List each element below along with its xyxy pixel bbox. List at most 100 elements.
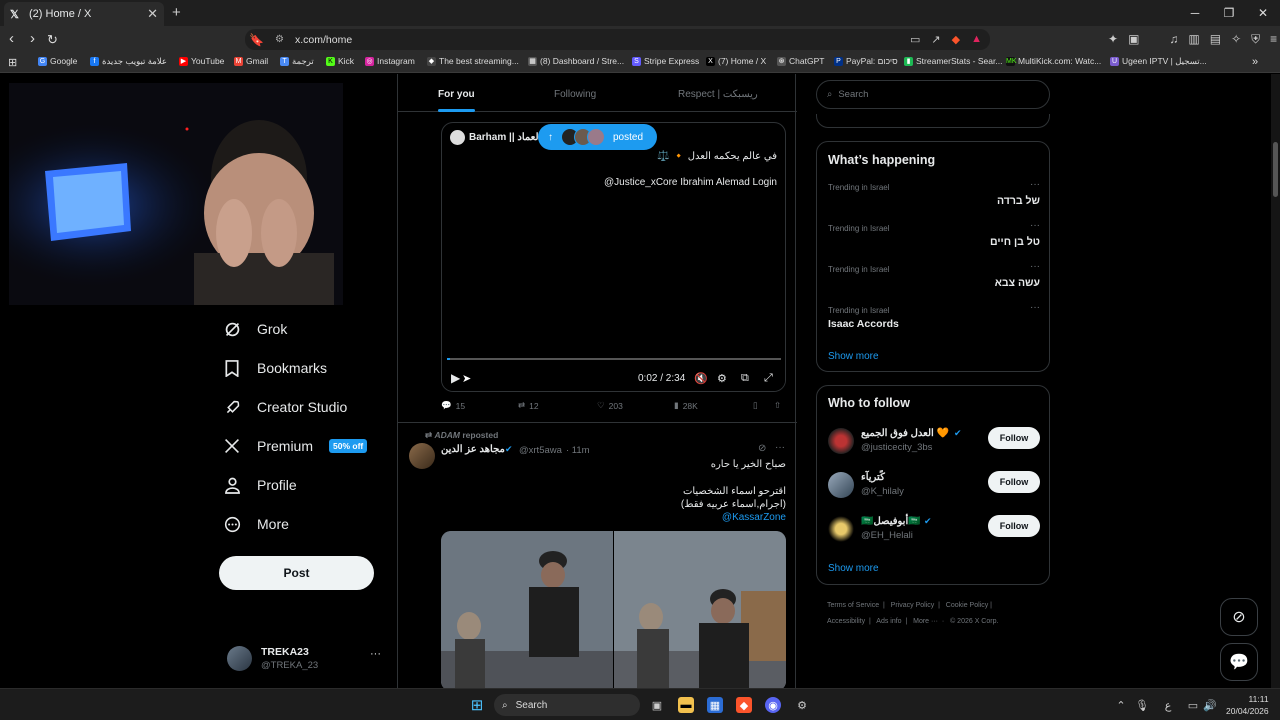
sidebar-item-profile[interactable]: Profile <box>223 473 383 497</box>
tweet-author[interactable]: مجاهد عز الدين <box>441 444 505 455</box>
browser-tab[interactable]: 𝕏 (2) Home / X ✕ <box>4 2 164 26</box>
bookmark-item[interactable]: MK MultiKick.com: Watc... <box>1006 56 1101 66</box>
tweet[interactable]: ⇄ ADAM reposted مجاهد عز الدين ✔ @xrt5aw… <box>398 422 797 688</box>
restore-icon[interactable]: ❐ <box>1212 0 1246 26</box>
bookmark-item[interactable]: T ترجمة <box>280 56 314 67</box>
wallet-icon[interactable]: ▤ <box>1210 32 1221 47</box>
page-scrollbar[interactable] <box>1271 74 1280 688</box>
settings-app-icon[interactable]: ⚙ <box>794 697 810 713</box>
bookmark-item[interactable]: U Ugeen IPTV | تسجيل... <box>1110 56 1207 67</box>
settings-icon[interactable]: ⚙ <box>717 372 727 385</box>
bookmark-item[interactable]: f علامة تبويب جديدة <box>90 56 167 67</box>
music-icon[interactable]: ♫ <box>1169 32 1178 47</box>
brave-browser-icon[interactable]: ◆ <box>736 697 752 713</box>
back-icon[interactable]: ‹ <box>9 30 14 47</box>
quoted-post-card[interactable]: Barham || العماد في عالم يحكمه العدل 🔸 ⚖… <box>441 122 786 392</box>
grok-fab-button[interactable]: ⊘ <box>1220 598 1258 636</box>
reading-list-icon[interactable]: ▥ <box>1188 32 1199 47</box>
apps-grid-icon[interactable]: ⊞ <box>8 56 17 69</box>
more-bookmarks-icon[interactable]: » <box>1252 56 1258 68</box>
cast-icon[interactable]: ▭ <box>910 33 920 46</box>
fullscreen-icon[interactable]: ⤢ <box>764 372 773 385</box>
avatar[interactable] <box>409 443 435 469</box>
bookmark-item[interactable]: ◆ The best streaming... <box>427 56 519 66</box>
sidebar-item-premium[interactable]: Premium 50% off <box>223 434 383 458</box>
sidebar-item-creator-studio[interactable]: Creator Studio <box>223 395 383 419</box>
volume-icon[interactable]: 🔊 <box>1202 697 1218 713</box>
bookmark-item[interactable]: ⊛ ChatGPT <box>777 56 824 66</box>
share-icon[interactable]: ↗ <box>931 33 940 46</box>
follow-suggestion[interactable]: العدل فوق الجميع 🧡 ✔ @justicecity_3bs Fo… <box>828 427 1040 464</box>
messages-fab-button[interactable]: 💬 <box>1220 643 1258 681</box>
video-player[interactable]: ▶ 0:02 / 2:34 🔇 ⚙ ⧉ ⤢ <box>442 199 785 391</box>
discord-icon[interactable]: ◉ <box>765 697 781 713</box>
footer-link[interactable]: Ads info <box>876 618 901 625</box>
bookmark-item[interactable]: ▶ YouTube <box>179 56 224 66</box>
pip-icon[interactable]: ⧉ <box>741 372 749 385</box>
follow-button[interactable]: Follow <box>988 427 1040 449</box>
microphone-icon[interactable]: 🎙 <box>1134 697 1150 713</box>
views-button[interactable]: ▮ 28K <box>674 400 698 411</box>
account-menu-icon[interactable]: ··· <box>370 648 381 660</box>
bookmark-item[interactable]: G Google <box>38 56 77 66</box>
tweet-handle[interactable]: @xrt5awa <box>519 445 562 456</box>
menu-icon[interactable]: ≡ <box>1270 32 1277 47</box>
video-progress-bar[interactable] <box>447 358 781 360</box>
brave-rewards-icon[interactable]: ▲ <box>971 33 982 46</box>
bookmark-item[interactable]: S Stripe Express <box>632 56 699 66</box>
show-more-link[interactable]: Show more <box>828 351 879 362</box>
trend-more-icon[interactable]: ··· <box>1030 261 1040 272</box>
extensions-icon[interactable]: ✦ <box>1108 32 1118 47</box>
tweet-mention[interactable]: @KassarZone <box>722 512 786 523</box>
trend-item[interactable]: Trending in Israel עשה צבא ··· <box>828 261 1040 289</box>
sidebar-item-grok[interactable]: Grok <box>223 317 383 341</box>
bookmark-item[interactable]: M Gmail <box>234 56 268 66</box>
tweet-image[interactable] <box>441 531 786 688</box>
new-tab-button[interactable]: + <box>172 4 181 21</box>
sidebar-item-bookmarks[interactable]: Bookmarks <box>223 356 383 380</box>
footer-link[interactable]: Privacy Policy <box>891 602 935 609</box>
brave-shield-icon[interactable]: ◆ <box>952 33 960 46</box>
close-window-icon[interactable]: ✕ <box>1246 0 1280 26</box>
trend-more-icon[interactable]: ··· <box>1030 220 1040 231</box>
footer-link[interactable]: Cookie Policy <box>946 602 988 609</box>
site-info-icon[interactable]: ⚙ <box>275 34 284 45</box>
close-tab-icon[interactable]: ✕ <box>147 6 158 22</box>
bookmark-item[interactable]: ▮ StreamerStats - Sear... <box>904 56 1002 66</box>
tab-for-you[interactable]: For you <box>438 89 475 112</box>
file-explorer-icon[interactable]: ▬ <box>678 697 694 713</box>
tab-following[interactable]: Following <box>554 89 596 100</box>
task-view-icon[interactable]: ▣ <box>649 697 665 713</box>
language-indicator[interactable]: ع <box>1160 697 1176 713</box>
bookmark-item[interactable]: K Kick <box>326 56 354 66</box>
tweet-more-icon[interactable]: ··· <box>775 442 785 453</box>
search-input[interactable]: ⌕ Search <box>816 80 1050 109</box>
follow-button[interactable]: Follow <box>988 471 1040 493</box>
like-button[interactable]: ♡ 203 <box>597 400 623 411</box>
tab-respect[interactable]: Respect | ريسبكت <box>678 89 758 100</box>
bookmark-item[interactable]: X (7) Home / X <box>706 56 766 66</box>
url-text[interactable]: x.com/home <box>295 34 352 46</box>
store-icon[interactable]: ▦ <box>707 697 723 713</box>
footer-link[interactable]: Terms of Service <box>827 602 879 609</box>
mute-icon[interactable]: 🔇 <box>694 372 708 385</box>
new-posts-pill[interactable]: ↑ posted <box>538 124 657 150</box>
bookmark-item[interactable]: P PayPal: סיכום <box>834 56 898 66</box>
follow-button[interactable]: Follow <box>988 515 1040 537</box>
taskbar-clock[interactable]: 11:11 20/04/2026 <box>1226 693 1269 717</box>
bookmark-item[interactable]: ◎ Instagram <box>365 56 415 66</box>
share-post-icon[interactable]: ⇧ <box>774 400 781 411</box>
leo-ai-icon[interactable]: ✧ <box>1231 32 1241 47</box>
follow-suggestion[interactable]: كًتريآء @K_hilaly Follow <box>828 471 1040 508</box>
account-switcher[interactable]: TREKA23 @TREKA_23 ··· <box>227 644 387 674</box>
post-button[interactable]: Post <box>219 556 374 590</box>
sidebar-icon[interactable]: ▣ <box>1128 32 1139 47</box>
tray-expand-icon[interactable]: ⌃ <box>1113 697 1129 713</box>
bookmark-item[interactable]: ▦ (8) Dashboard / Stre... <box>528 56 624 66</box>
reply-button[interactable]: 💬 15 <box>441 400 465 411</box>
minimize-icon[interactable]: ─ <box>1178 0 1212 26</box>
url-bar[interactable]: 🔖 ⚙ x.com/home ▭ ↗ ◆ ▲ <box>245 29 990 50</box>
play-icon[interactable]: ▶ <box>451 371 460 385</box>
trend-item[interactable]: Trending in Israel טל בן חיים ··· <box>828 220 1040 248</box>
follow-suggestion[interactable]: 🇸🇦أبوفيصل🇸🇦 ✔ @EH_Helali Follow <box>828 515 1040 552</box>
